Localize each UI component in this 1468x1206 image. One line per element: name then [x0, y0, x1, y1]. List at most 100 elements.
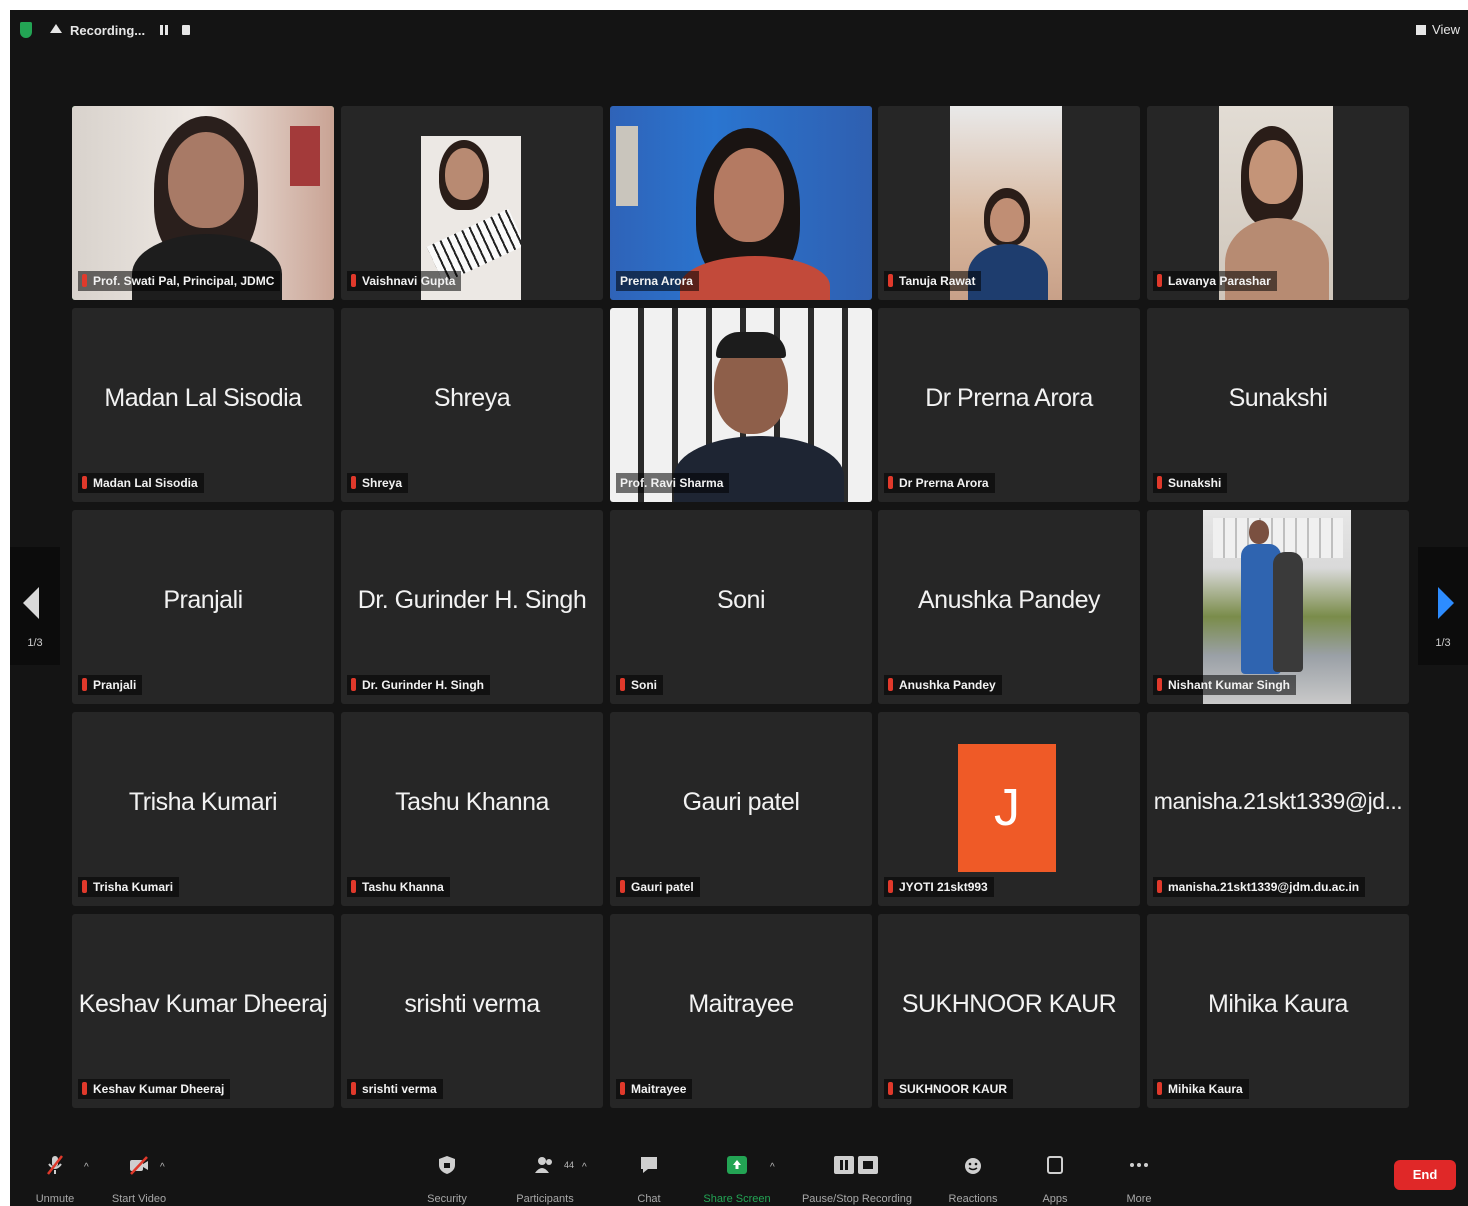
chevron-right-icon	[1438, 587, 1454, 619]
apps-label: Apps	[1042, 1193, 1068, 1205]
pause-stop-recording-button[interactable]: Pause/Stop Recording	[792, 1148, 922, 1206]
participant-name-label: SUKHNOOR KAUR	[884, 1079, 1013, 1099]
participant-name-label: Anushka Pandey	[884, 675, 1002, 695]
participant-tile[interactable]: Nishant Kumar Singh	[1147, 510, 1409, 704]
apps-button[interactable]: Apps	[1010, 1148, 1100, 1206]
participant-name: Lavanya Parashar	[1168, 274, 1271, 288]
participant-tile[interactable]: Sunakshi Sunakshi	[1147, 308, 1409, 502]
participant-name: Dr Prerna Arora	[899, 476, 989, 490]
pause-stop-recording-icon	[834, 1156, 878, 1174]
participant-tile[interactable]: Soni Soni	[610, 510, 872, 704]
participant-tile[interactable]: Tashu Khanna Tashu Khanna	[341, 712, 603, 906]
participant-name: Maitrayee	[631, 1082, 687, 1096]
participant-name-label: Tashu Khanna	[347, 877, 450, 897]
participant-tile[interactable]: Prof. Ravi Sharma	[610, 308, 872, 502]
muted-mic-icon	[1157, 476, 1162, 489]
muted-mic-icon	[888, 678, 893, 691]
participant-name-label: Vaishnavi Gupta	[347, 271, 462, 291]
muted-mic-icon	[888, 1082, 893, 1095]
participant-tile[interactable]: J JYOTI 21skt993	[878, 712, 1140, 906]
recording-label: Pause/Stop Recording	[801, 1193, 913, 1205]
participant-display-name: Shreya	[433, 384, 511, 412]
reactions-label: Reactions	[948, 1193, 998, 1205]
muted-mic-icon	[1157, 274, 1162, 287]
participant-tile[interactable]: Shreya Shreya	[341, 308, 603, 502]
participant-tile[interactable]: SUKHNOOR KAUR SUKHNOOR KAUR	[878, 914, 1140, 1108]
participant-tile[interactable]: manisha.21skt1339@jd... manisha.21skt133…	[1147, 712, 1409, 906]
participant-tile[interactable]: Trisha Kumari Trisha Kumari	[72, 712, 334, 906]
more-dots-icon	[1130, 1163, 1148, 1167]
share-screen-button[interactable]: ^ Share Screen	[692, 1148, 782, 1206]
participant-display-name: Keshav Kumar Dheeraj	[78, 990, 328, 1018]
participant-display-name: srishti verma	[404, 990, 540, 1018]
muted-mic-icon	[351, 476, 356, 489]
caret-up-icon[interactable]: ^	[84, 1162, 89, 1173]
zoom-meeting-window: Recording... View Prof. Swati Pal, Princ…	[10, 10, 1468, 1206]
participant-display-name: Soni	[716, 586, 766, 614]
participant-tile[interactable]: Maitrayee Maitrayee	[610, 914, 872, 1108]
reactions-button[interactable]: Reactions	[928, 1148, 1018, 1206]
security-label: Security	[427, 1193, 467, 1205]
participant-tile[interactable]: Lavanya Parashar	[1147, 106, 1409, 300]
participant-display-name: SUKHNOOR KAUR	[901, 990, 1117, 1018]
participant-name-label: Dr Prerna Arora	[884, 473, 995, 493]
participant-tile[interactable]: Vaishnavi Gupta	[341, 106, 603, 300]
muted-mic-icon	[1157, 678, 1162, 691]
muted-mic-icon	[888, 476, 893, 489]
participant-display-name: Mihika Kaura	[1208, 990, 1348, 1018]
page-indicator: 1/3	[27, 637, 43, 649]
muted-mic-icon	[620, 880, 625, 893]
stop-recording-icon[interactable]	[182, 25, 190, 35]
participant-tile[interactable]: Prerna Arora	[610, 106, 872, 300]
caret-up-icon[interactable]: ^	[582, 1162, 587, 1173]
muted-mic-icon	[1157, 1082, 1162, 1095]
participant-tile[interactable]: Madan Lal Sisodia Madan Lal Sisodia	[72, 308, 334, 502]
start-video-label: Start Video	[111, 1193, 167, 1205]
participant-name-label: Tanuja Rawat	[884, 271, 982, 291]
video-off-icon	[130, 1156, 148, 1175]
previous-page-button[interactable]: 1/3	[10, 547, 60, 665]
next-page-button[interactable]: 1/3	[1418, 547, 1468, 665]
encryption-shield-icon[interactable]	[20, 22, 32, 38]
shield-icon	[439, 1156, 455, 1174]
participant-display-name: Trisha Kumari	[128, 788, 278, 816]
participant-tile[interactable]: Dr. Gurinder H. Singh Dr. Gurinder H. Si…	[341, 510, 603, 704]
recording-status: Recording...	[70, 23, 146, 38]
caret-up-icon[interactable]: ^	[160, 1162, 165, 1173]
participant-name: Vaishnavi Gupta	[362, 274, 456, 288]
muted-mic-icon	[351, 274, 356, 287]
participant-name: Tanuja Rawat	[899, 274, 976, 288]
participant-tile[interactable]: srishti verma srishti verma	[341, 914, 603, 1108]
participant-tile[interactable]: Mihika Kaura Mihika Kaura	[1147, 914, 1409, 1108]
participant-tile[interactable]: Tanuja Rawat	[878, 106, 1140, 300]
pause-recording-icon[interactable]	[160, 25, 168, 35]
participant-tile[interactable]: Anushka Pandey Anushka Pandey	[878, 510, 1140, 704]
participant-name: SUKHNOOR KAUR	[899, 1082, 1007, 1096]
chat-button[interactable]: Chat	[604, 1148, 694, 1206]
participant-tile[interactable]: Prof. Swati Pal, Principal, JDMC	[72, 106, 334, 300]
participant-tile[interactable]: Dr Prerna Arora Dr Prerna Arora	[878, 308, 1140, 502]
muted-mic-icon	[82, 678, 87, 691]
participant-name: Mihika Kaura	[1168, 1082, 1243, 1096]
participant-name: Prof. Ravi Sharma	[620, 476, 724, 490]
participant-tile[interactable]: Pranjali Pranjali	[72, 510, 334, 704]
participant-name-label: Soni	[616, 675, 663, 695]
unmute-button[interactable]: ^ Unmute	[10, 1148, 100, 1206]
participant-name: Prerna Arora	[620, 274, 693, 288]
participant-name: JYOTI 21skt993	[899, 880, 988, 894]
security-button[interactable]: Security	[402, 1148, 492, 1206]
muted-mic-icon	[82, 274, 87, 287]
participant-tile[interactable]: Gauri patel Gauri patel	[610, 712, 872, 906]
chat-bubble-icon	[641, 1157, 657, 1173]
start-video-button[interactable]: ^ Start Video	[94, 1148, 184, 1206]
more-button[interactable]: More	[1094, 1148, 1184, 1206]
participant-name-label: Sunakshi	[1153, 473, 1228, 493]
end-meeting-button[interactable]: End	[1394, 1160, 1456, 1190]
caret-up-icon[interactable]: ^	[770, 1162, 775, 1173]
participants-button[interactable]: 44 ^ Participants	[500, 1148, 590, 1206]
view-button[interactable]: View	[1416, 22, 1460, 37]
muted-mic-icon	[620, 678, 625, 691]
page-indicator: 1/3	[1435, 637, 1451, 649]
participant-tile[interactable]: Keshav Kumar Dheeraj Keshav Kumar Dheera…	[72, 914, 334, 1108]
participant-name: Anushka Pandey	[899, 678, 996, 692]
